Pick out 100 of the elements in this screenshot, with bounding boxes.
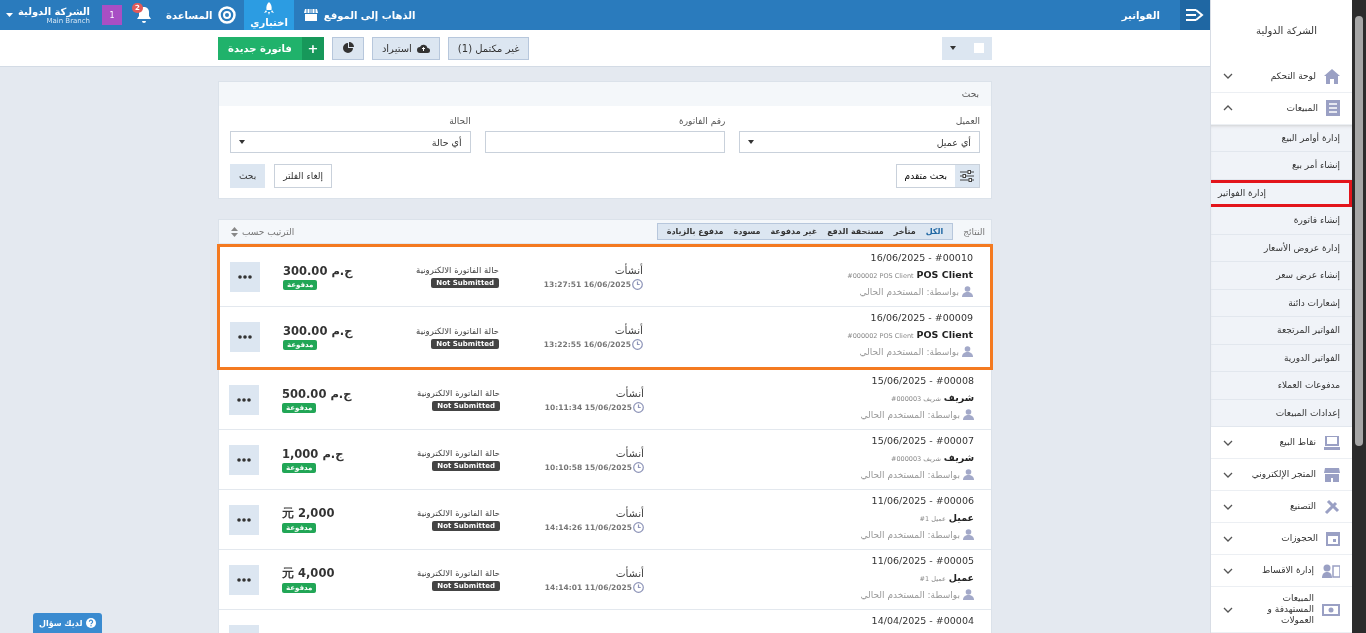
invoice-number-date: 15/06/2025 - #00007 [871, 435, 974, 446]
field-label: الحالة [449, 116, 471, 126]
select-all-checkbox[interactable] [974, 43, 984, 53]
search-button[interactable]: بحث [230, 164, 266, 188]
select-field[interactable]: أي عميل [739, 131, 980, 153]
submenu-item[interactable]: إدارة الفواتير [1211, 179, 1352, 207]
home-icon [1324, 68, 1340, 84]
e-invoice-label: حالة الفاتورة الالكترونية [417, 388, 500, 398]
select-field[interactable]: أي حالة [230, 131, 471, 153]
menu-toggle[interactable] [1180, 0, 1210, 30]
created-label: أنشأت [614, 263, 643, 276]
user-icon [963, 589, 974, 600]
more-icon [238, 335, 252, 339]
user-icon [963, 469, 974, 480]
sliders-icon [960, 170, 974, 182]
store-icon [303, 9, 318, 21]
banknote-icon [1322, 602, 1340, 617]
client-name[interactable]: عميل [948, 512, 974, 523]
created-label: أنشأت [614, 324, 643, 336]
invoice-number-date: 16/06/2025 - #00010 [870, 252, 973, 263]
clock-icon [633, 401, 644, 413]
chevron-down-icon [1223, 503, 1233, 510]
chevron-down-icon [1223, 471, 1233, 478]
lifebuoy-icon [218, 6, 237, 24]
rocket-icon [263, 2, 276, 16]
more-button[interactable] [229, 504, 259, 535]
e-invoice-label: حالة الفاتورة الالكترونية [416, 265, 499, 275]
clock-icon [633, 461, 644, 473]
results-title: النتائج [963, 226, 985, 237]
nav-tab[interactable]: الذهاب إلى الموقع [293, 0, 426, 30]
e-invoice-label: حالة الفاتورة الالكترونية [417, 508, 500, 518]
chevron-down-icon [1223, 439, 1233, 446]
field-label: العميل [955, 116, 980, 126]
input-field[interactable] [484, 131, 726, 153]
page-title: الفواتير [1121, 9, 1161, 21]
client-name[interactable]: شريف [943, 452, 974, 463]
created-by: بواسطة: المستخدم الحالي [859, 346, 959, 357]
more-icon [237, 397, 251, 402]
user-avatar[interactable]: 1 [102, 5, 123, 25]
cloud-upload-icon [416, 43, 430, 53]
help-link[interactable]: المساعدة [158, 0, 245, 30]
caret-icon [239, 140, 245, 144]
invoice-amount: 500.00 ج.م [282, 386, 352, 401]
e-invoice-label: حالة الفاتورة الالكترونية [417, 568, 500, 578]
filter-tab[interactable]: متأخر [888, 224, 921, 239]
company-name: الشركة الدولية [1256, 24, 1317, 36]
created-label: أنشأت [615, 506, 644, 519]
clock-icon [633, 581, 644, 593]
new-invoice-button[interactable]: + فاتورة جديدة [218, 36, 324, 60]
scrollbar[interactable] [1352, 0, 1366, 633]
more-button[interactable] [230, 261, 260, 292]
pie-chart-icon [341, 42, 354, 54]
more-icon [238, 274, 252, 279]
filter-tab[interactable]: غير مدفوعة [765, 224, 823, 239]
sort-by-button[interactable]: الترتيب حسب [231, 226, 295, 237]
created-by: بواسطة: المستخدم الحالي [860, 469, 960, 480]
invoice-number-date: 11/06/2025 - #00006 [871, 495, 974, 506]
calendar-icon [1326, 531, 1340, 546]
chevron-up-icon [1223, 105, 1233, 111]
more-button[interactable] [229, 564, 259, 595]
chart-button[interactable] [331, 36, 364, 60]
filter-tab[interactable]: مسودة [728, 224, 766, 239]
created-by: بواسطة: المستخدم الحالي [859, 286, 959, 297]
more-button[interactable] [229, 444, 259, 475]
user-icon [962, 286, 973, 297]
caret-icon [748, 140, 755, 144]
document-icon [1326, 100, 1340, 116]
sort-icon [231, 226, 238, 237]
invoice-amount: 元 2,000 [282, 506, 335, 521]
chevron-down-icon [1223, 535, 1233, 542]
filter-tab[interactable]: مستحقة الدفع [822, 224, 889, 239]
created-label: أنشأت [615, 386, 644, 399]
e-invoice-label: حالة الفاتورة الالكترونية [416, 325, 499, 336]
created-label: أنشأت [615, 566, 644, 579]
more-icon [237, 517, 251, 522]
search-panel-title: بحث [961, 89, 979, 99]
client-name[interactable]: عميل [948, 572, 974, 583]
filter-tab[interactable]: مدفوع بالزيادة [661, 224, 729, 239]
more-icon [237, 457, 251, 462]
client-name[interactable]: شريف [943, 392, 974, 403]
clock-icon [632, 339, 643, 350]
client-name[interactable]: POS Client [916, 329, 973, 340]
help-question-button[interactable]: لديك سؤال [33, 613, 103, 633]
clock-icon [633, 521, 644, 533]
more-button[interactable] [230, 322, 260, 352]
chevron-down-icon [1223, 606, 1233, 613]
import-button[interactable]: استيراد [371, 36, 440, 60]
clear-filter-button[interactable]: إلغاء الفلتر [274, 164, 333, 188]
invoice-number-date: 14/04/2025 - #00004 [871, 615, 974, 626]
menu-icon [1186, 8, 1204, 22]
client-name[interactable]: POS Client [916, 269, 973, 280]
chevron-down-icon [1223, 73, 1233, 79]
advanced-search-button[interactable]: بحث متقدم [895, 164, 980, 188]
created-by: بواسطة: المستخدم الحالي [860, 529, 960, 540]
more-button[interactable] [229, 384, 259, 415]
incomplete-button[interactable]: غير مكتمل (1) [447, 36, 530, 60]
laptop-icon [1324, 435, 1340, 450]
filter-tab[interactable]: الكل [920, 224, 949, 239]
invoice-number-date: 11/06/2025 - #00005 [871, 555, 974, 566]
created-by: بواسطة: المستخدم الحالي [860, 409, 960, 420]
